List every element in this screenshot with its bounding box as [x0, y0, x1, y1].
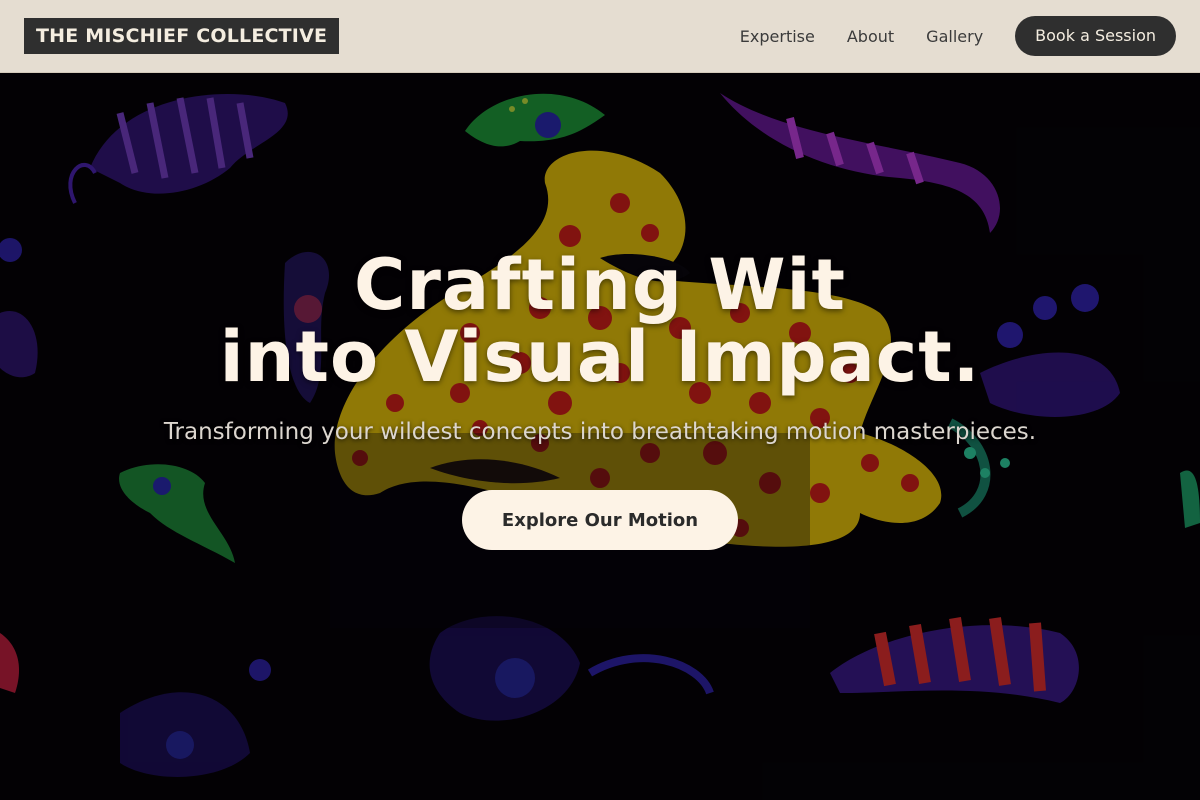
hero-headline: Crafting Wit into Visual Impact.: [0, 249, 1200, 393]
nav-link-expertise[interactable]: Expertise: [740, 27, 815, 46]
hero-headline-line-1: Crafting Wit: [353, 244, 847, 326]
top-navigation: THE MISCHIEF COLLECTIVE Expertise About …: [0, 0, 1200, 73]
nav-link-about[interactable]: About: [847, 27, 894, 46]
hero-section: Crafting Wit into Visual Impact. Transfo…: [0, 73, 1200, 800]
nav-link-gallery[interactable]: Gallery: [926, 27, 983, 46]
hero-content: Crafting Wit into Visual Impact. Transfo…: [0, 73, 1200, 800]
explore-motion-button[interactable]: Explore Our Motion: [462, 490, 738, 550]
hero-headline-line-2: into Visual Impact.: [219, 316, 981, 398]
brand-logo[interactable]: THE MISCHIEF COLLECTIVE: [24, 18, 340, 54]
book-session-button[interactable]: Book a Session: [1015, 16, 1176, 56]
nav-links: Expertise About Gallery Book a Session: [740, 16, 1176, 56]
hero-subheading: Transforming your wildest concepts into …: [163, 419, 1037, 445]
